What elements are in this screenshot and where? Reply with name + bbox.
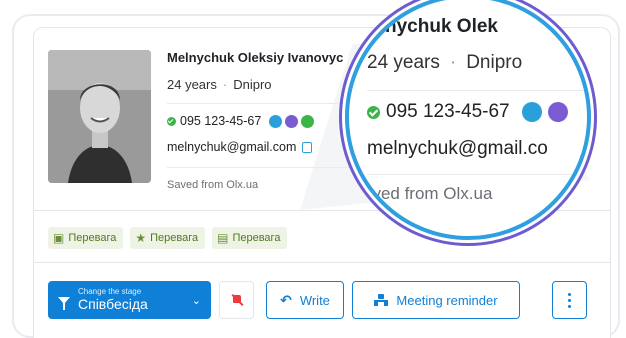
zoom-source-text: aved from Olx.ua (363, 184, 493, 203)
zoom-meta: 24 years · Dnipro (367, 52, 522, 74)
zoom-email: melnychuk@gmail.co (367, 138, 548, 159)
dot-separator: · (449, 52, 457, 73)
divider (367, 90, 587, 91)
zoom-age: 24 years (367, 52, 440, 73)
verified-check-icon (367, 105, 380, 119)
viber-icon (547, 102, 568, 122)
zoom-phone-row: 095 123-45-67 (367, 101, 568, 123)
telegram-icon (521, 102, 542, 122)
divider (367, 174, 587, 175)
zoom-phone: 095 123-45-67 (386, 101, 510, 122)
zoom-city: Dnipro (466, 52, 523, 73)
zoom-name: nychuk Olek (385, 16, 498, 37)
zoom-lens: nychuk Olek 24 years · Dnipro 095 123-45-6… (345, 0, 591, 240)
